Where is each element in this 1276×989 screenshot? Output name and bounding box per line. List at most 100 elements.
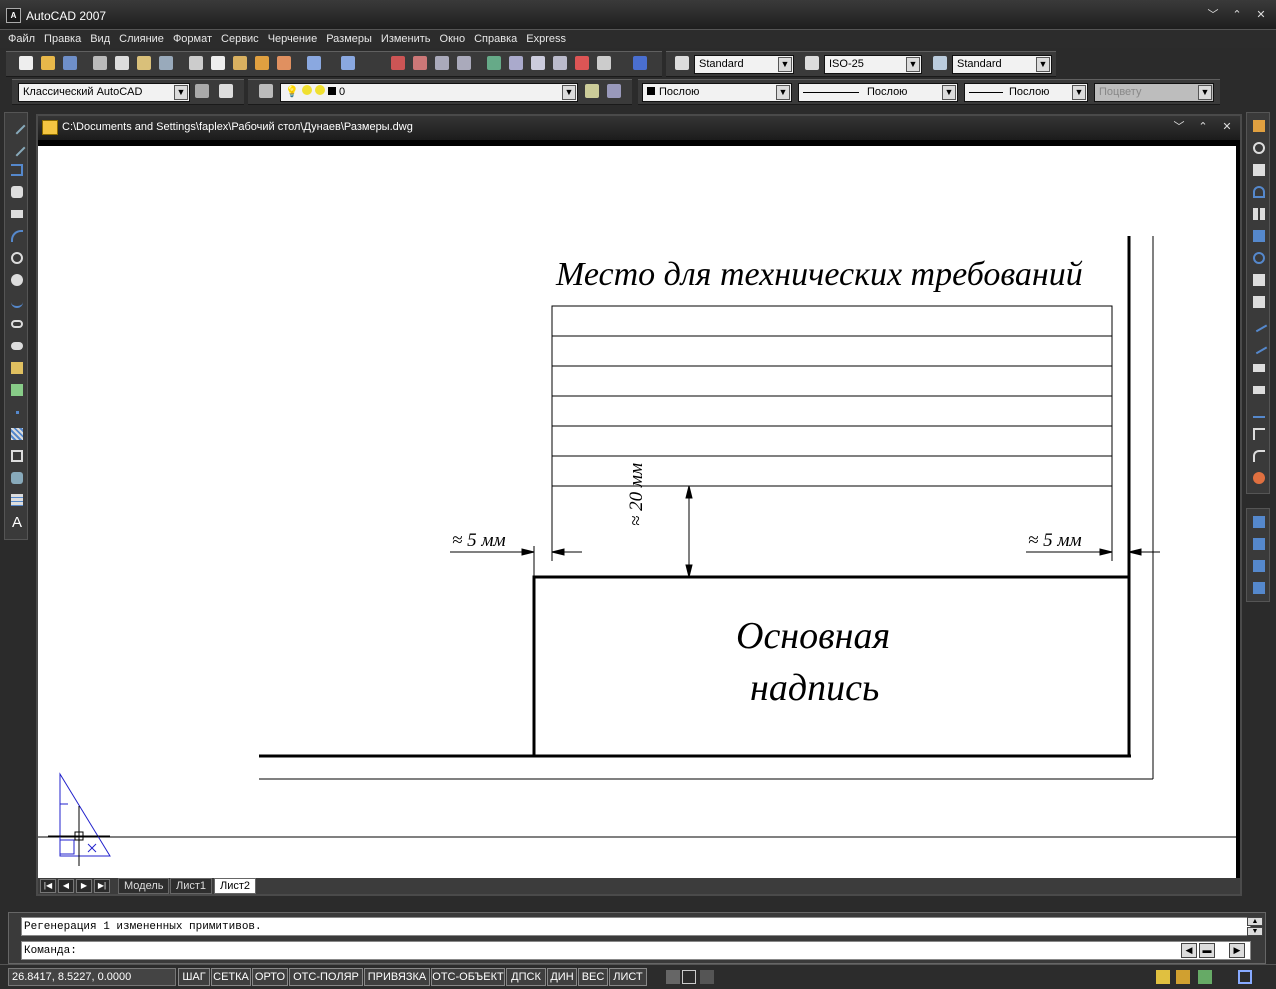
3d-dwf-icon[interactable] [156,53,176,73]
menu-help[interactable]: Справка [474,30,517,48]
redo-icon[interactable] [338,53,358,73]
drawing-restore-button[interactable]: ⌃ [1194,120,1212,135]
linetype-select[interactable]: Послою ▼ [798,83,958,102]
menu-merge[interactable]: Слияние [119,30,164,48]
dim-style-icon[interactable] [802,53,822,73]
break-icon[interactable] [1250,381,1268,399]
explode-icon[interactable] [1250,469,1268,487]
circle-icon[interactable] [8,249,26,267]
menu-draw[interactable]: Черчение [268,30,318,48]
plot-preview-icon[interactable] [112,53,132,73]
array-icon[interactable] [1250,205,1268,223]
point-icon[interactable] [8,403,26,421]
polar-toggle[interactable]: ОТС-ПОЛЯР [289,968,363,986]
send-under-icon[interactable] [1250,579,1268,597]
ellipse-arc-icon[interactable] [8,337,26,355]
make-layer-current-icon[interactable] [582,81,602,101]
menu-dimension[interactable]: Размеры [326,30,372,48]
tab-model[interactable]: Модель [118,878,170,894]
arc-icon[interactable] [8,227,26,245]
break-at-point-icon[interactable] [1250,359,1268,377]
tray-settings-icon[interactable] [1198,970,1212,984]
paper-toggle[interactable]: ЛИСТ [609,968,647,986]
restore-button[interactable]: ⌃ [1228,8,1246,23]
new-file-icon[interactable] [16,53,36,73]
properties-icon[interactable] [484,53,504,73]
revision-cloud-icon[interactable] [8,271,26,289]
scale-icon[interactable] [1250,271,1268,289]
command-scroll-left-icon[interactable]: ◀ [1181,943,1197,958]
design-center-icon[interactable] [506,53,526,73]
menu-modify[interactable]: Изменить [381,30,431,48]
mirror-icon[interactable] [1250,161,1268,179]
drawing-minimize-button[interactable]: ﹀ [1170,120,1188,135]
menu-view[interactable]: Вид [90,30,110,48]
markup-icon[interactable] [572,53,592,73]
clean-screen-icon[interactable] [1238,970,1252,984]
cut-icon[interactable] [186,53,206,73]
coordinates-readout[interactable]: 26.8417, 8.5227, 0.0000 [8,968,176,986]
trim-icon[interactable] [1250,315,1268,333]
maximize-viewport-icon[interactable] [666,970,680,984]
send-to-back-icon[interactable] [1250,535,1268,553]
rotate-icon[interactable] [1250,249,1268,267]
next-tab-button[interactable]: ▶ [76,879,92,893]
layer-manager-icon[interactable] [256,81,276,101]
calculator-icon[interactable] [594,53,614,73]
layer-select[interactable]: 💡 0 ▼ [280,83,578,102]
text-style-icon[interactable] [672,53,692,73]
last-tab-button[interactable]: ▶| [94,879,110,893]
menu-window[interactable]: Окно [440,30,466,48]
join-icon[interactable] [1250,403,1268,421]
text-style-select[interactable]: Standard ▼ [694,55,794,74]
lineweight-toggle[interactable]: ВЕС [578,968,608,986]
ellipse-icon[interactable] [8,315,26,333]
tab-sheet2[interactable]: Лист2 [214,878,257,894]
dyn-toggle[interactable]: ДИН [547,968,577,986]
fillet-icon[interactable] [1250,447,1268,465]
gradient-icon[interactable] [8,447,26,465]
multiline-text-icon[interactable]: A [8,513,26,531]
hatch-icon[interactable] [8,425,26,443]
region-icon[interactable] [8,469,26,487]
lock-icon[interactable] [1156,970,1170,984]
erase-icon[interactable] [1250,117,1268,135]
menu-edit[interactable]: Правка [44,30,81,48]
block-editor-icon[interactable] [274,53,294,73]
copy-icon[interactable] [208,53,228,73]
insert-block-icon[interactable] [8,359,26,377]
spline-icon[interactable] [8,293,26,311]
sheet-set-icon[interactable] [550,53,570,73]
move-icon[interactable] [1250,227,1268,245]
bring-above-icon[interactable] [1250,557,1268,575]
polyline-icon[interactable] [8,161,26,179]
close-button[interactable]: ✕ [1252,8,1270,23]
comm-center-icon[interactable] [1176,970,1190,984]
ducs-toggle[interactable]: ДПСК [506,968,546,986]
copy-object-icon[interactable] [1250,139,1268,157]
chamfer-icon[interactable] [1250,425,1268,443]
ortho-toggle[interactable]: ОРТО [252,968,288,986]
command-scroll-down-icon[interactable]: ▼ [1247,927,1263,936]
line-icon[interactable] [8,117,26,135]
menu-format[interactable]: Формат [173,30,212,48]
tab-sheet1[interactable]: Лист1 [170,878,213,894]
command-scroll-right-icon[interactable]: ▶ [1229,943,1245,958]
lineweight-select[interactable]: Послою ▼ [964,83,1088,102]
command-scroll-up-icon[interactable]: ▲ [1247,917,1263,926]
otrack-toggle[interactable]: ОТС-ОБЪЕКТ [431,968,505,986]
stretch-icon[interactable] [1250,293,1268,311]
menu-file[interactable]: Файл [8,30,35,48]
workspace-select[interactable]: Классический AutoCAD ▼ [18,83,190,102]
menu-tools[interactable]: Сервис [221,30,259,48]
make-block-icon[interactable] [8,381,26,399]
table-style-icon[interactable] [930,53,950,73]
zoom-previous-icon[interactable] [454,53,474,73]
polygon-icon[interactable] [8,183,26,201]
open-file-icon[interactable] [38,53,58,73]
pan-icon[interactable] [388,53,408,73]
osnap-toggle[interactable]: ПРИВЯЗКА [364,968,430,986]
offset-icon[interactable] [1250,183,1268,201]
minimize-button[interactable]: ﹀ [1204,8,1222,23]
grid-toggle[interactable]: СЕТКА [211,968,251,986]
